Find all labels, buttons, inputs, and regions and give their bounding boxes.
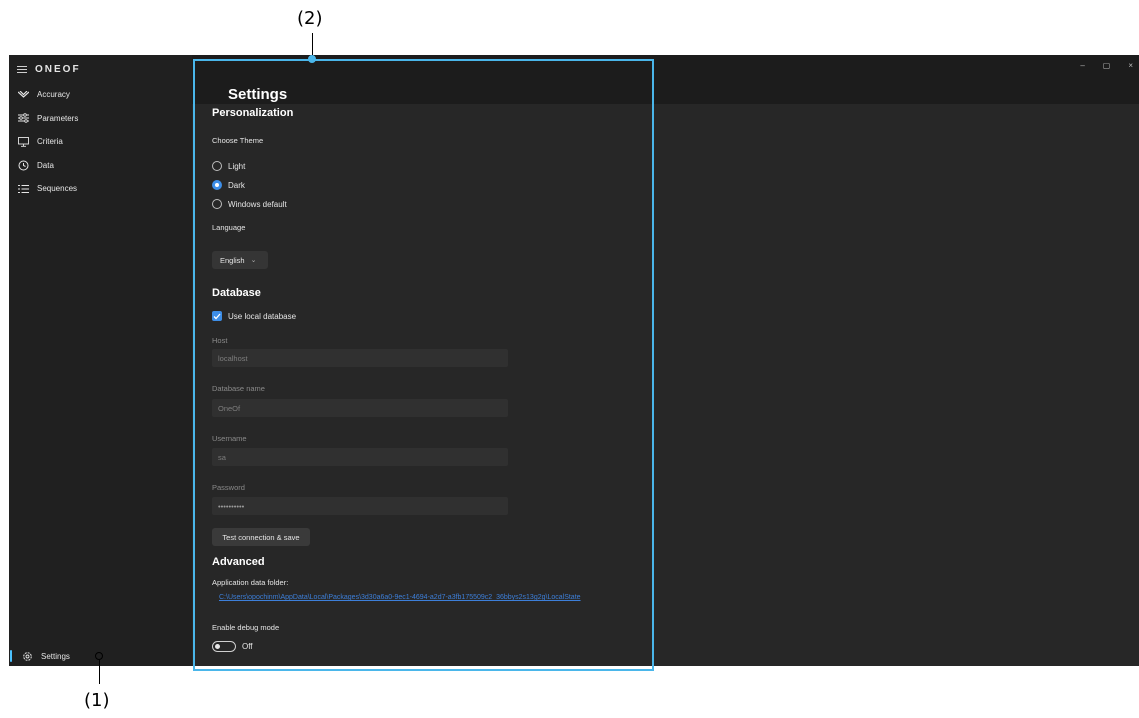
callout-leader-2 [312,33,313,56]
sidebar-item-data[interactable]: Data [9,154,192,178]
sidebar-item-criteria[interactable]: Criteria [9,130,192,154]
gear-icon [21,650,33,662]
brand-row: ONEOF [17,61,81,77]
sidebar-item-label: Criteria [37,137,63,147]
callout-label-1: (1) [84,690,110,711]
callout-label-2: (2) [297,8,323,29]
sidebar-item-parameters[interactable]: Parameters [9,107,192,131]
close-button[interactable]: × [1128,61,1133,70]
sidebar-item-label: Data [37,160,54,170]
callout-anchor-2 [308,55,316,63]
sidebar-item-label: Accuracy [37,90,70,100]
callout-anchor-1 [95,652,103,660]
sidebar-item-label: Parameters [37,113,79,123]
sidebar-item-label: Sequences [37,184,78,194]
window-controls: – ▢ × [1080,61,1133,70]
callout-box-2 [193,59,654,671]
sidebar-item-label: Settings [41,651,70,661]
clock-icon [17,159,29,171]
minimize-button[interactable]: – [1080,61,1084,70]
bow-icon [17,89,29,101]
maximize-button[interactable]: ▢ [1103,61,1111,70]
monitor-icon [17,136,29,148]
sliders-icon [17,112,29,124]
sidebar-item-accuracy[interactable]: Accuracy [9,83,192,107]
app-brand: ONEOF [35,63,81,75]
nav-list: Accuracy Parameters Criteria Data Sequen… [9,83,192,201]
sidebar: ONEOF Accuracy Parameters Criteria Data … [9,55,192,666]
sidebar-item-sequences[interactable]: Sequences [9,177,192,201]
hamburger-icon[interactable] [17,65,27,73]
selection-indicator [10,650,12,662]
callout-leader-1 [99,660,100,684]
list-icon [17,183,29,195]
